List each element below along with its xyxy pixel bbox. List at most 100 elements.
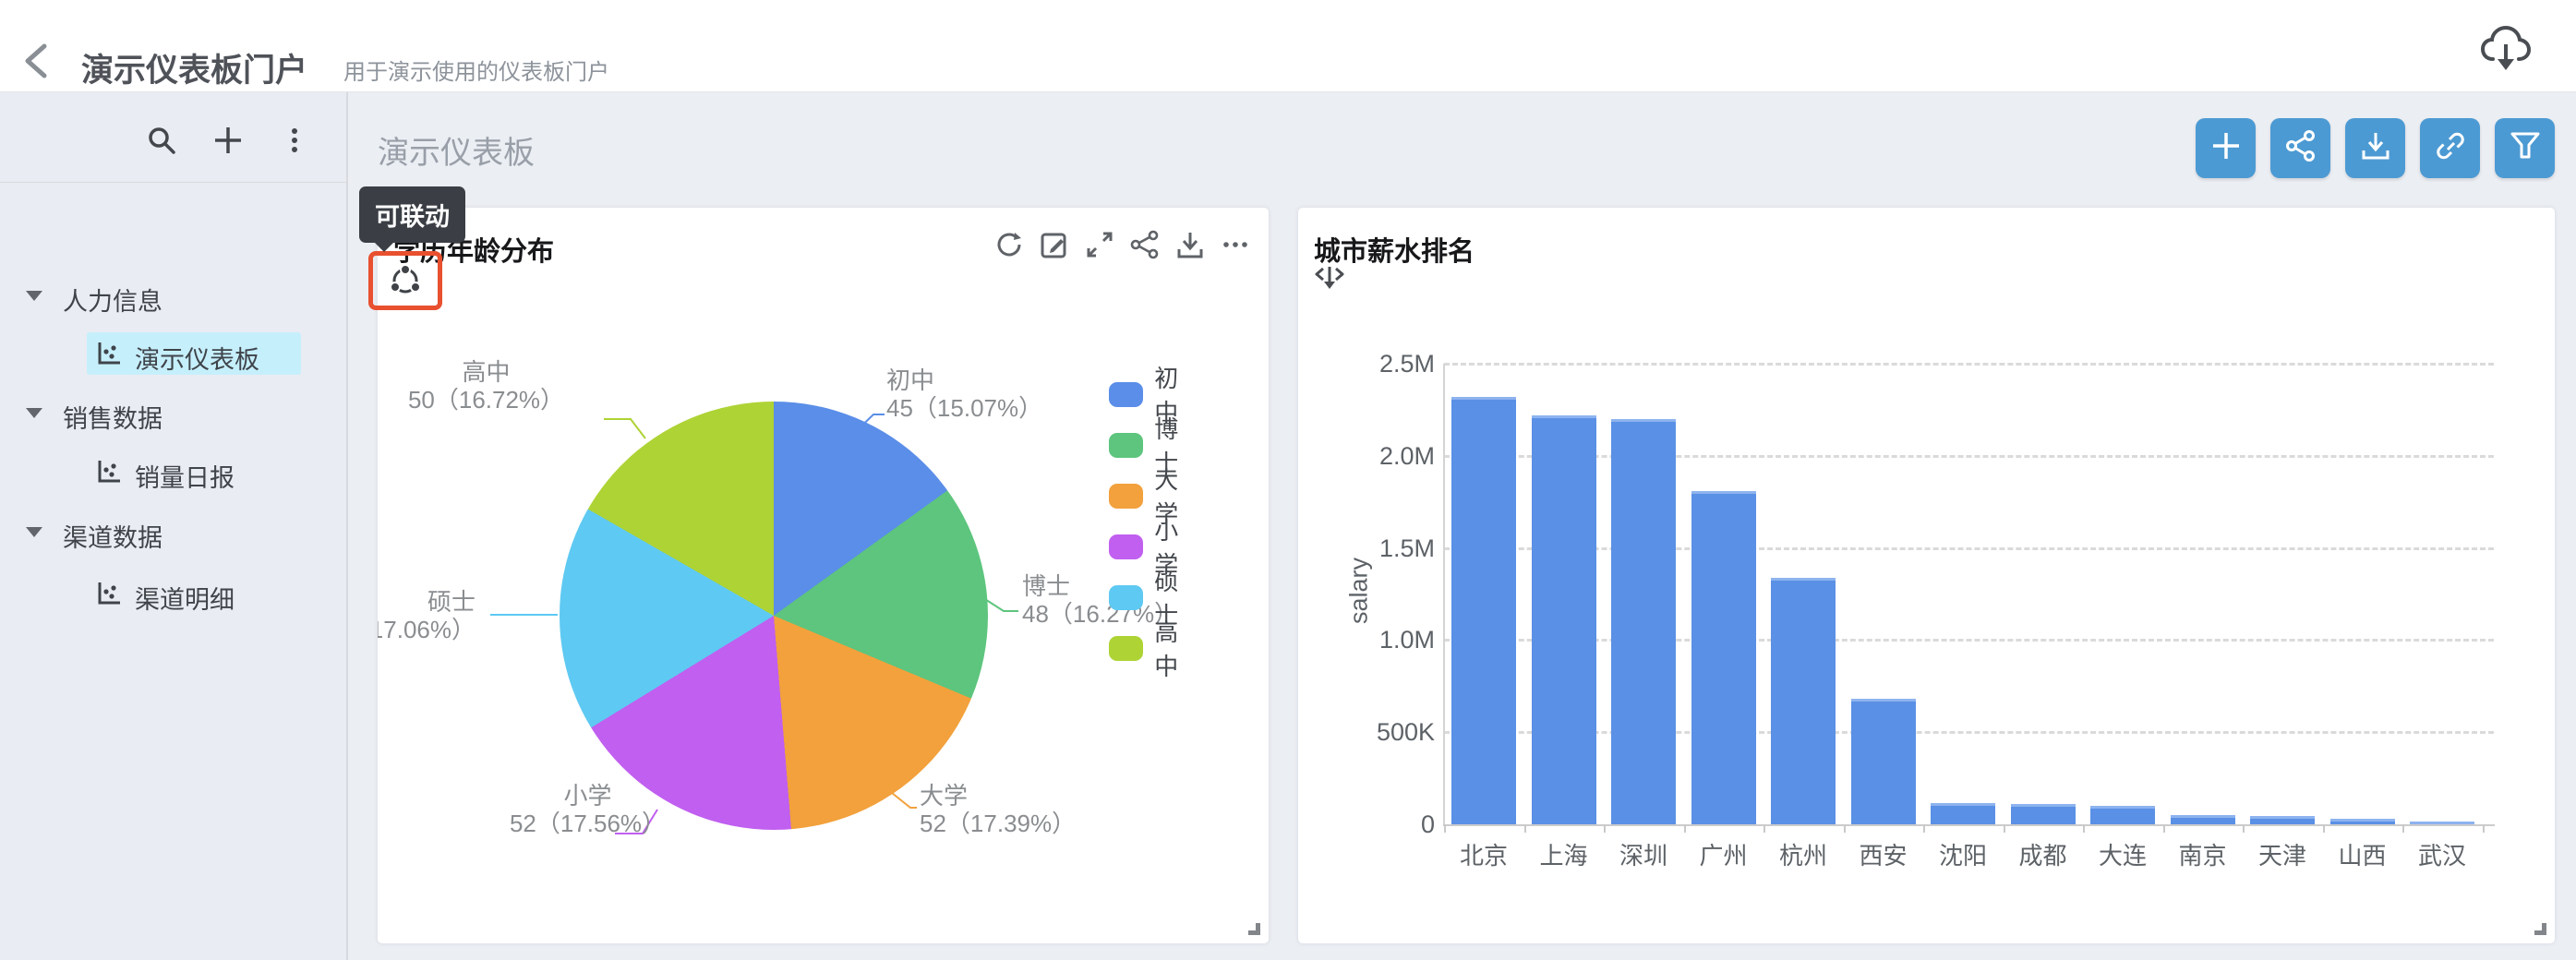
x-tick bbox=[1524, 824, 1526, 833]
filter-icon bbox=[2510, 130, 2541, 166]
linkage-highlight-box bbox=[368, 251, 442, 310]
tree-group-label: 渠道数据 bbox=[63, 518, 163, 554]
pie-chart[interactable] bbox=[560, 402, 988, 830]
tree-leaf-label: 渠道明细 bbox=[135, 580, 235, 616]
add-icon[interactable] bbox=[213, 126, 243, 155]
tree-group-label: 人力信息 bbox=[63, 282, 163, 318]
share-icon[interactable] bbox=[1130, 230, 1160, 259]
download-button[interactable] bbox=[2345, 118, 2405, 178]
tree-leaf-销量日报[interactable]: 销量日报 bbox=[0, 442, 346, 501]
bar-天津[interactable] bbox=[2250, 816, 2315, 824]
chart-icon bbox=[96, 459, 122, 485]
more-vertical-icon[interactable] bbox=[280, 126, 309, 155]
caret-down-icon[interactable] bbox=[26, 291, 42, 301]
caret-down-icon[interactable] bbox=[26, 408, 42, 418]
gridline bbox=[1444, 363, 2494, 366]
x-tick-label: 沈阳 bbox=[1923, 837, 2003, 871]
sidebar-divider bbox=[0, 182, 346, 183]
drill-icon[interactable] bbox=[1315, 263, 1344, 291]
x-tick bbox=[1444, 824, 1446, 833]
edit-icon[interactable] bbox=[1040, 230, 1069, 259]
bar-西安[interactable] bbox=[1851, 699, 1916, 824]
bar-北京[interactable] bbox=[1451, 397, 1516, 824]
pie-label-高中: 高中 50（16.72%） bbox=[405, 358, 567, 414]
gridline bbox=[1444, 639, 2494, 642]
portal-subtitle: 用于演示使用的仪表板门户 bbox=[343, 54, 609, 86]
bar-深圳[interactable] bbox=[1611, 419, 1676, 824]
download-icon bbox=[2360, 130, 2391, 166]
refresh-icon[interactable] bbox=[994, 230, 1024, 259]
cloud-download-icon[interactable] bbox=[2480, 24, 2532, 72]
tree-group-2[interactable]: 渠道数据 bbox=[0, 502, 346, 561]
x-tick-label: 南京 bbox=[2163, 837, 2243, 871]
app-header: 演示仪表板门户 用于演示使用的仪表板门户 bbox=[0, 0, 2576, 92]
bar-成都[interactable] bbox=[2011, 804, 2076, 824]
x-tick bbox=[2323, 824, 2325, 833]
x-tick bbox=[1844, 824, 1846, 833]
tree-leaf-渠道明细[interactable]: 渠道明细 bbox=[0, 564, 346, 623]
pie-label-大学: 大学 52（17.39%） bbox=[920, 782, 1076, 837]
x-tick bbox=[2004, 824, 2005, 833]
y-tick-label: 0 bbox=[1306, 810, 1435, 839]
x-tick-label: 深圳 bbox=[1604, 837, 1683, 871]
portal-title: 演示仪表板门户 bbox=[81, 44, 307, 91]
legend-item-高中[interactable]: 高中 bbox=[1109, 614, 1190, 682]
tree-group-label: 销售数据 bbox=[63, 399, 163, 435]
resize-handle[interactable] bbox=[2534, 923, 2546, 935]
bar-南京[interactable] bbox=[2171, 815, 2235, 824]
tree-group-1[interactable]: 销售数据 bbox=[0, 383, 346, 442]
dashboard-toolbar bbox=[2196, 118, 2555, 178]
plus-button[interactable] bbox=[2196, 118, 2256, 178]
x-axis-line bbox=[1443, 824, 2495, 826]
main-area: 演示仪表板 学历年龄分布 初中 45（15.07%）高中 50（16.72%）博… bbox=[350, 92, 2576, 960]
gridline bbox=[1444, 731, 2494, 734]
bar-广州[interactable] bbox=[1691, 491, 1756, 824]
dashboard-sidebar: 人力信息 演示仪表板 销售数据 销量日报 渠道数据 渠道明细 bbox=[0, 92, 348, 960]
resize-handle[interactable] bbox=[1248, 923, 1260, 935]
linkage-tooltip: 可联动 bbox=[359, 186, 465, 243]
tree-group-0[interactable]: 人力信息 bbox=[0, 266, 346, 325]
bar-杭州[interactable] bbox=[1771, 578, 1836, 824]
x-tick bbox=[1684, 824, 1686, 833]
y-tick-label: 2.0M bbox=[1306, 442, 1435, 471]
linkage-icon[interactable] bbox=[388, 263, 423, 298]
link-button[interactable] bbox=[2420, 118, 2480, 178]
dashboard-title: 演示仪表板 bbox=[378, 127, 535, 173]
tree-leaf-label: 演示仪表板 bbox=[135, 340, 259, 376]
pie-chart-card: 学历年龄分布 初中 45（15.07%）高中 50（16.72%）博士 48（1… bbox=[378, 208, 1269, 943]
chart-icon bbox=[96, 581, 122, 606]
pie-label-硕士: 硕士 52（17.06%） bbox=[378, 588, 475, 643]
legend-swatch bbox=[1109, 636, 1143, 661]
expand-icon[interactable] bbox=[1085, 230, 1114, 259]
x-tick-label: 广州 bbox=[1684, 837, 1763, 871]
pie-label-初中: 初中 45（15.07%） bbox=[886, 366, 1042, 422]
share-icon bbox=[2285, 130, 2317, 166]
bar-chart-card: 城市薪水排名 2.5M2.0M1.5M1.0M500K0北京上海深圳广州杭州西安… bbox=[1298, 208, 2555, 943]
x-tick-label: 大连 bbox=[2083, 837, 2162, 871]
bar-山西[interactable] bbox=[2330, 819, 2395, 824]
caret-down-icon[interactable] bbox=[26, 527, 42, 537]
tree-leaf-演示仪表板[interactable]: 演示仪表板 bbox=[0, 324, 346, 383]
x-tick bbox=[2163, 824, 2165, 833]
search-icon[interactable] bbox=[147, 126, 176, 155]
x-tick bbox=[2402, 824, 2404, 833]
x-tick-label: 杭州 bbox=[1763, 837, 1843, 871]
y-tick-label: 500K bbox=[1306, 718, 1435, 747]
legend-swatch bbox=[1109, 484, 1143, 509]
legend-swatch bbox=[1109, 382, 1143, 407]
bar-武汉[interactable] bbox=[2410, 822, 2474, 824]
back-button[interactable] bbox=[20, 42, 52, 79]
bar-大连[interactable] bbox=[2090, 806, 2155, 824]
pie-chart-tools bbox=[994, 230, 1250, 259]
bar-沈阳[interactable] bbox=[1931, 803, 1995, 824]
filter-button[interactable] bbox=[2495, 118, 2555, 178]
x-tick-label: 天津 bbox=[2243, 837, 2322, 871]
x-tick-label: 武汉 bbox=[2402, 837, 2482, 871]
more-icon[interactable] bbox=[1221, 230, 1250, 259]
bar-上海[interactable] bbox=[1532, 415, 1596, 824]
download-icon[interactable] bbox=[1175, 230, 1205, 259]
share-button[interactable] bbox=[2270, 118, 2330, 178]
x-tick-label: 西安 bbox=[1844, 837, 1923, 871]
x-tick bbox=[2083, 824, 2085, 833]
y-tick-label: 1.0M bbox=[1306, 626, 1435, 654]
